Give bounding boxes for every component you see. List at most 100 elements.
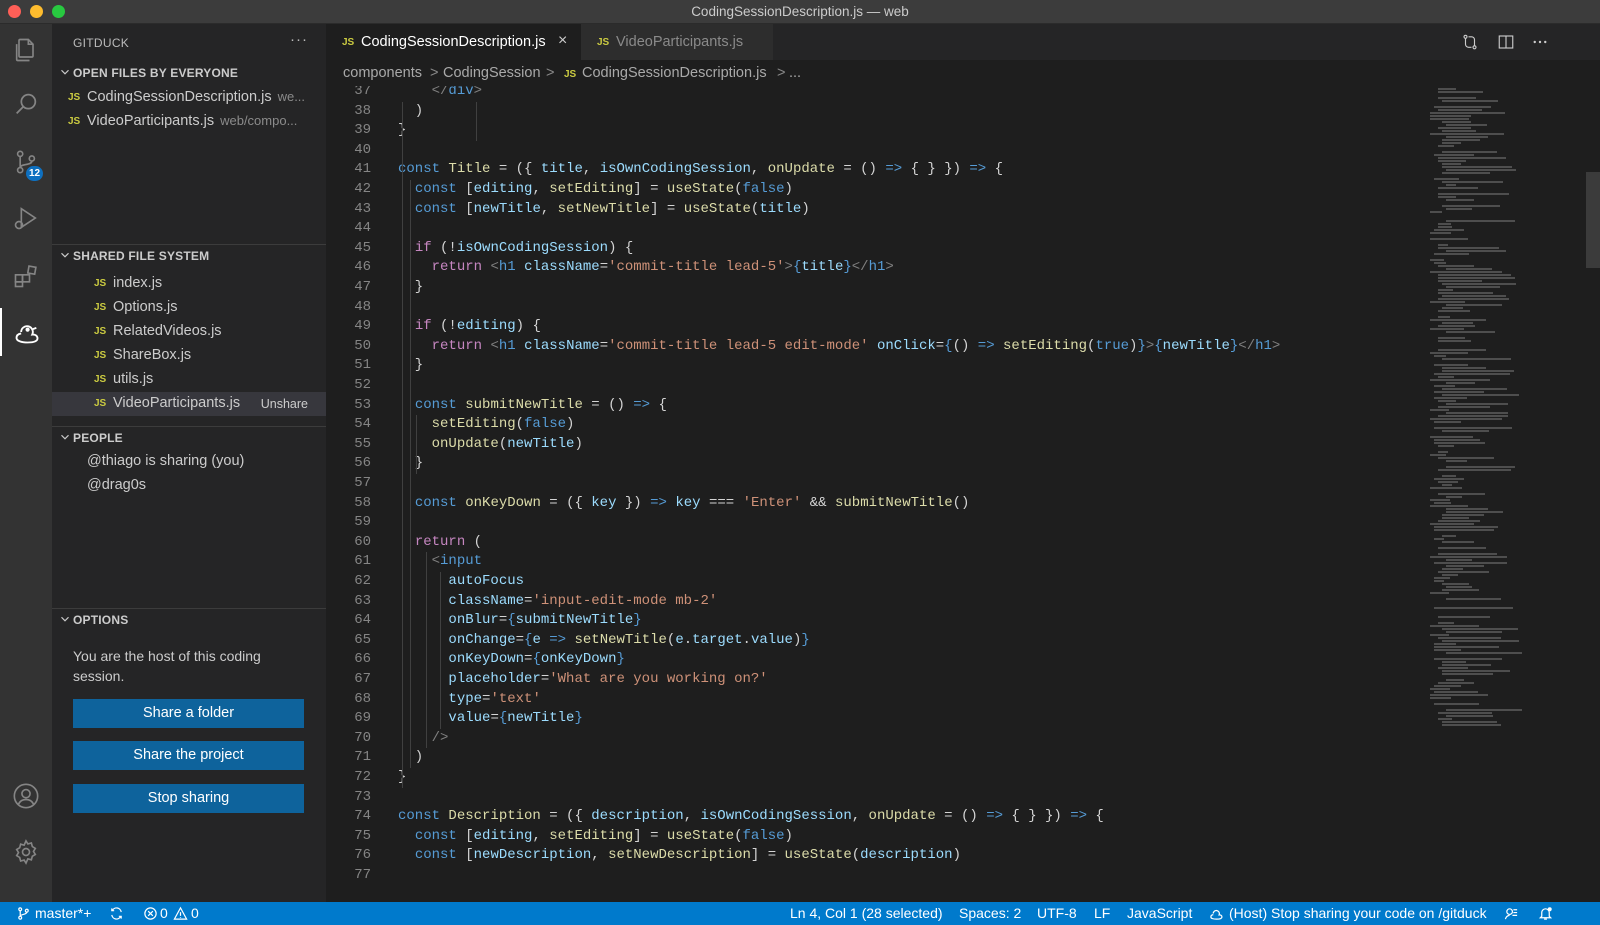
shared-file-item[interactable]: JS utils.js: [52, 368, 326, 392]
shared-file-item[interactable]: JS index.js: [52, 272, 326, 296]
open-changes-icon[interactable]: [1461, 33, 1479, 51]
code-line[interactable]: 45 if (!isOwnCodingSession) {: [326, 239, 1426, 259]
code-line[interactable]: 66 onKeyDown={onKeyDown}: [326, 650, 1426, 670]
gitduck-sharing-status[interactable]: (Host) Stop sharing your code on /gitduc…: [1229, 905, 1487, 921]
extensions-button[interactable]: [0, 252, 52, 300]
indentation-status[interactable]: Spaces: 2: [959, 905, 1021, 921]
encoding-status[interactable]: UTF-8: [1037, 905, 1077, 921]
code-line[interactable]: 46 return <h1 className='commit-title le…: [326, 258, 1426, 278]
code-line[interactable]: 59: [326, 513, 1426, 533]
open-file-item[interactable]: JS VideoParticipants.js web/compo...: [52, 110, 326, 134]
feedback-icon[interactable]: [1504, 906, 1519, 921]
stop-sharing-button[interactable]: Stop sharing: [73, 784, 304, 813]
code-line[interactable]: 64 onBlur={submitNewTitle}: [326, 611, 1426, 631]
more-actions-icon[interactable]: [1531, 33, 1549, 51]
code-line[interactable]: 62 autoFocus: [326, 572, 1426, 592]
code-line[interactable]: 37 </div>: [326, 86, 1426, 102]
person-item[interactable]: @drag0s: [52, 474, 326, 498]
breadcrumb-item[interactable]: components: [343, 65, 422, 81]
code-line[interactable]: 43 const [newTitle, setNewTitle] = useSt…: [326, 200, 1426, 220]
code-line[interactable]: 51 }: [326, 356, 1426, 376]
code-line[interactable]: 47 }: [326, 278, 1426, 298]
code-line[interactable]: 39}: [326, 121, 1426, 141]
minimap-line: [1434, 442, 1485, 444]
code-line[interactable]: 48: [326, 298, 1426, 318]
code-line[interactable]: 61 <input: [326, 552, 1426, 572]
breadcrumb-item[interactable]: CodingSession: [443, 65, 541, 81]
section-open-files[interactable]: OPEN FILES BY EVERYONE: [52, 62, 326, 84]
warning-count[interactable]: 0: [191, 905, 199, 921]
code-line[interactable]: 42 const [editing, setEditing] = useStat…: [326, 180, 1426, 200]
code-line[interactable]: 44: [326, 219, 1426, 239]
code-line[interactable]: 75 const [editing, setEditing] = useStat…: [326, 827, 1426, 847]
share-folder-button[interactable]: Share a folder: [73, 699, 304, 728]
split-editor-icon[interactable]: [1497, 33, 1515, 51]
close-icon[interactable]: ×: [558, 32, 567, 50]
tab-coding-session-description[interactable]: JS CodingSessionDescription.js ×: [326, 24, 581, 60]
code-line[interactable]: 60 return (: [326, 533, 1426, 553]
code-line[interactable]: 70 />: [326, 729, 1426, 749]
cursor-position[interactable]: Ln 4, Col 1 (28 selected): [790, 905, 943, 921]
unshare-button[interactable]: Unshare: [261, 397, 308, 411]
gitduck-button[interactable]: [0, 308, 52, 356]
section-people[interactable]: PEOPLE: [52, 426, 326, 448]
section-options[interactable]: OPTIONS: [52, 608, 326, 630]
shared-file-item[interactable]: JS RelatedVideos.js: [52, 320, 326, 344]
open-file-item[interactable]: JS CodingSessionDescription.js we...: [52, 86, 326, 110]
code-line[interactable]: 63 className='input-edit-mode mb-2': [326, 592, 1426, 612]
code-line[interactable]: 71 ): [326, 748, 1426, 768]
sidebar-more-button[interactable]: ···: [290, 31, 308, 48]
eol-status[interactable]: LF: [1094, 905, 1110, 921]
minimap-line: [1430, 499, 1450, 501]
code-line[interactable]: 58 const onKeyDown = ({ key }) => key ==…: [326, 494, 1426, 514]
explorer-button[interactable]: [0, 26, 52, 74]
code-line[interactable]: 76 const [newDescription, setNewDescript…: [326, 846, 1426, 866]
language-mode[interactable]: JavaScript: [1127, 905, 1192, 921]
shared-file-item[interactable]: JS ShareBox.js: [52, 344, 326, 368]
breadcrumb-item[interactable]: ...: [789, 65, 801, 81]
code-line[interactable]: 65 onChange={e => setNewTitle(e.target.v…: [326, 631, 1426, 651]
tab-video-participants[interactable]: JS VideoParticipants.js: [581, 24, 773, 60]
code-line[interactable]: 69 value={newTitle}: [326, 709, 1426, 729]
code-line[interactable]: 55 onUpdate(newTitle): [326, 435, 1426, 455]
code-line[interactable]: 50 return <h1 className='commit-title le…: [326, 337, 1426, 357]
code-line[interactable]: 54 setEditing(false): [326, 415, 1426, 435]
minimap-line: [1446, 466, 1515, 468]
code-line[interactable]: 67 placeholder='What are you working on?…: [326, 670, 1426, 690]
code-line[interactable]: 40: [326, 141, 1426, 161]
code-line[interactable]: 57: [326, 474, 1426, 494]
code-line[interactable]: 72}: [326, 768, 1426, 788]
code-line[interactable]: 74 const Description = ({ description, is…: [326, 807, 1426, 827]
editor-scrollbar[interactable]: [1586, 172, 1600, 268]
code-line[interactable]: 41 const Title = ({ title, isOwnCodingSes…: [326, 160, 1426, 180]
shared-file-item[interactable]: JS Options.js: [52, 296, 326, 320]
accounts-button[interactable]: [0, 772, 52, 820]
source-control-button[interactable]: 12: [0, 138, 52, 186]
search-button[interactable]: [0, 80, 52, 128]
code-line[interactable]: 68 type='text': [326, 690, 1426, 710]
code-line[interactable]: 52: [326, 376, 1426, 396]
minimap[interactable]: [1426, 86, 1600, 882]
code-line[interactable]: 77: [326, 866, 1426, 882]
shared-file-name: Options.js: [113, 299, 178, 315]
git-branch-status[interactable]: master*+: [35, 905, 91, 921]
notifications-bell-icon[interactable]: [1538, 906, 1553, 921]
run-debug-button[interactable]: [0, 194, 52, 242]
code-line[interactable]: 38 ): [326, 102, 1426, 122]
code-line[interactable]: 73: [326, 788, 1426, 808]
section-shared-file-system[interactable]: SHARED FILE SYSTEM: [52, 244, 326, 266]
shared-file-item[interactable]: JS VideoParticipants.js Unshare: [52, 392, 326, 416]
error-count[interactable]: 0: [160, 905, 168, 921]
code-line[interactable]: 53 const submitNewTitle = () => {: [326, 396, 1426, 416]
settings-button[interactable]: [0, 828, 52, 876]
sync-icon[interactable]: [109, 906, 124, 921]
share-project-button[interactable]: Share the project: [73, 741, 304, 770]
code-line[interactable]: 56 }: [326, 454, 1426, 474]
breadcrumb-item[interactable]: CodingSessionDescription.js: [582, 65, 767, 81]
minimap-line: [1438, 637, 1501, 639]
minimap-line: [1442, 670, 1510, 672]
code-line[interactable]: 49 if (!editing) {: [326, 317, 1426, 337]
minimap-line: [1430, 592, 1449, 594]
code-editor[interactable]: 37 </div>38 )39}4041const Title = ({ tit…: [326, 86, 1426, 882]
person-item[interactable]: @thiago is sharing (you): [52, 450, 326, 474]
